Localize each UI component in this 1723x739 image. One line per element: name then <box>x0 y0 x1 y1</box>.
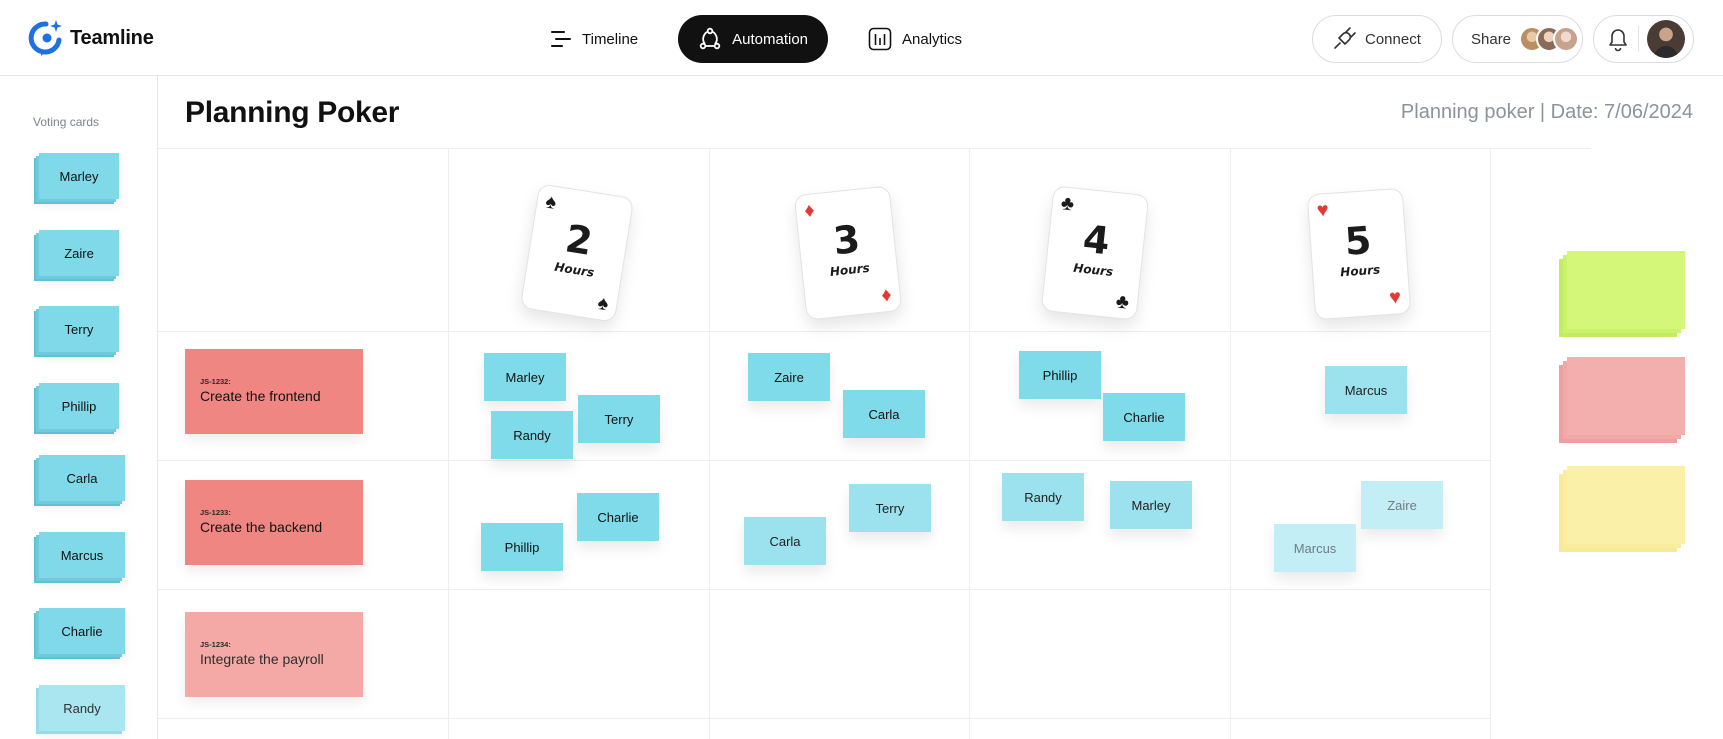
automation-icon <box>699 27 721 50</box>
app-name: Teamline <box>70 26 154 49</box>
share-label: Share <box>1471 30 1512 48</box>
vote-note[interactable]: Phillip <box>481 523 563 571</box>
estimate-card-3[interactable]: ♦ 3 Hours ♦ <box>793 185 903 321</box>
estimate-value: 4 <box>1080 216 1112 264</box>
estimate-value: 5 <box>1343 218 1373 264</box>
vote-note[interactable]: Charlie <box>577 493 659 541</box>
heart-icon: ♥ <box>1388 286 1402 309</box>
spade-icon: ♠ <box>596 292 611 316</box>
grid-line <box>158 148 1591 149</box>
voting-card[interactable]: Zaire <box>39 230 119 276</box>
ticket-id: JS-1233: <box>200 508 231 517</box>
ticket-id: JS-1234: <box>200 640 231 649</box>
bell-icon[interactable] <box>1606 26 1630 52</box>
vote-note[interactable]: Phillip <box>1019 351 1101 399</box>
user-avatar[interactable] <box>1647 20 1685 58</box>
avatar <box>1553 26 1580 52</box>
voting-card[interactable]: Marcus <box>39 532 125 578</box>
nav-automation-label: Automation <box>732 30 809 48</box>
app-logo[interactable]: Teamline <box>28 18 154 58</box>
voting-card[interactable]: Carla <box>39 455 125 501</box>
divider <box>1638 26 1639 52</box>
spade-icon: ♠ <box>543 190 558 214</box>
page-meta: Planning poker | Date: 7/06/2024 <box>1400 101 1693 123</box>
heart-icon: ♥ <box>1316 199 1330 222</box>
grid-line <box>1490 148 1491 739</box>
ticket-title: Create the backend <box>200 519 323 535</box>
nav-analytics-label: Analytics <box>902 30 963 48</box>
voting-cards-sidebar: Voting cards Marley Zaire Terry Phillip … <box>0 76 158 739</box>
grid-line <box>969 148 970 739</box>
top-bar: Teamline Timeline Automation Analytics C… <box>0 0 1723 76</box>
connect-label: Connect <box>1365 30 1421 48</box>
vote-note[interactable]: Randy <box>1002 473 1084 521</box>
ticket-card[interactable]: JS-1233: Create the backend <box>185 480 363 565</box>
vote-note[interactable]: Terry <box>578 395 660 443</box>
teamline-logo-icon <box>28 20 62 56</box>
nav-timeline-label: Timeline <box>582 30 639 48</box>
shared-avatars <box>1519 26 1580 52</box>
page-title: Planning Poker <box>185 96 400 129</box>
vote-note[interactable]: Marley <box>1110 481 1192 529</box>
vote-note[interactable]: Randy <box>491 411 573 459</box>
grid-line <box>158 460 1491 461</box>
nav-timeline[interactable]: Timeline <box>530 15 658 63</box>
ticket-card[interactable]: JS-1232: Create the frontend <box>185 349 363 434</box>
sticky-stack-yellow[interactable] <box>1559 466 1685 552</box>
voting-card[interactable]: Phillip <box>39 383 119 429</box>
club-icon: ♣ <box>1059 192 1076 216</box>
vote-note[interactable]: Zaire <box>748 353 830 401</box>
estimate-card-2[interactable]: ♠ 2 Hours ♠ <box>519 183 635 323</box>
nav-analytics[interactable]: Analytics <box>848 15 982 63</box>
vote-note[interactable]: Zaire <box>1361 481 1443 529</box>
diamond-icon: ♦ <box>803 199 816 223</box>
diamond-icon: ♦ <box>880 283 893 307</box>
vote-note[interactable]: Marcus <box>1274 524 1356 572</box>
grid-line <box>448 148 449 739</box>
sticky-stack-red[interactable] <box>1559 357 1685 443</box>
grid-line <box>709 148 710 739</box>
vote-note[interactable]: Marcus <box>1325 366 1407 414</box>
vote-note[interactable]: Carla <box>843 390 925 438</box>
connect-button[interactable]: Connect <box>1312 15 1442 63</box>
voting-card[interactable]: Charlie <box>39 608 125 654</box>
grid-line <box>158 718 1491 719</box>
estimate-card-4[interactable]: ♣ 4 Hours ♣ <box>1040 185 1150 321</box>
sticky-stack-green[interactable] <box>1559 251 1685 337</box>
grid-line <box>158 331 1491 332</box>
voting-card[interactable]: Terry <box>39 306 119 352</box>
estimate-card-5[interactable]: ♥ 5 Hours ♥ <box>1306 187 1412 321</box>
timeline-icon <box>551 31 571 47</box>
ticket-card[interactable]: JS-1234: Integrate the payroll <box>185 612 363 697</box>
sidebar-title: Voting cards <box>33 115 100 129</box>
grid-line <box>158 589 1491 590</box>
vote-note[interactable]: Charlie <box>1103 393 1185 441</box>
ticket-id: JS-1232: <box>200 377 231 386</box>
user-menu[interactable] <box>1593 15 1694 63</box>
voting-card[interactable]: Randy <box>39 685 125 731</box>
nav-automation[interactable]: Automation <box>678 15 829 63</box>
share-button[interactable]: Share <box>1452 15 1583 63</box>
estimate-unit: Hours <box>1339 262 1381 280</box>
club-icon: ♣ <box>1114 290 1131 314</box>
main-nav: Timeline Automation Analytics <box>530 15 982 63</box>
voting-card[interactable]: Marley <box>39 153 119 199</box>
grid-line <box>1230 148 1231 739</box>
estimate-value: 3 <box>831 216 863 264</box>
ticket-title: Integrate the payroll <box>200 651 324 667</box>
vote-note[interactable]: Carla <box>744 517 826 565</box>
vote-note[interactable]: Marley <box>484 353 566 401</box>
analytics-icon <box>868 27 892 51</box>
vote-note[interactable]: Terry <box>849 484 931 532</box>
plug-icon <box>1334 27 1356 49</box>
ticket-title: Create the frontend <box>200 388 321 404</box>
